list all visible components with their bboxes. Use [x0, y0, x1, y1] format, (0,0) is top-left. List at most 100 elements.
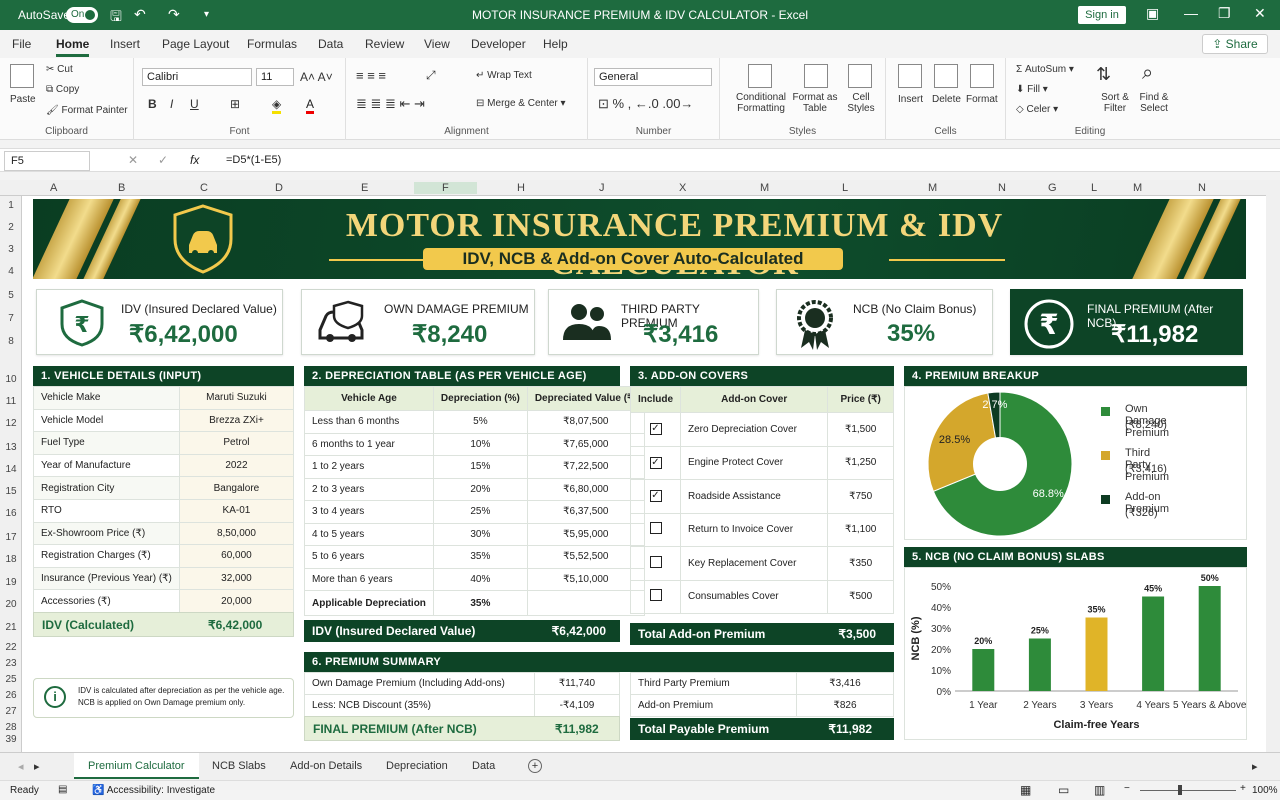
row-header[interactable]: 3: [0, 244, 22, 255]
format-cells-button[interactable]: Format: [966, 94, 998, 105]
column-header[interactable]: F: [414, 182, 477, 194]
include-checkbox-cell[interactable]: ✓: [629, 479, 682, 514]
row-header[interactable]: 21: [0, 622, 22, 633]
column-header[interactable]: L: [842, 182, 848, 194]
row-header[interactable]: 27: [0, 706, 22, 717]
normal-view-icon[interactable]: ▦: [1020, 783, 1031, 797]
checkbox-checked[interactable]: ✓: [649, 423, 662, 436]
merge-center-button[interactable]: ⊟ Merge & Center ▾: [476, 98, 566, 109]
tab-insert[interactable]: Insert: [110, 37, 140, 51]
hscroll-right-icon[interactable]: ▸: [1252, 760, 1258, 773]
cancel-entry-icon[interactable]: ✕: [128, 153, 138, 167]
row-header[interactable]: 7: [0, 313, 22, 324]
include-checkbox-cell[interactable]: ✓: [629, 412, 682, 447]
ncb-bar[interactable]: [1142, 596, 1165, 692]
vehicle-field-value[interactable]: 20,000: [178, 589, 295, 613]
zoom-in-icon[interactable]: +: [1240, 783, 1246, 794]
sort-filter-icon[interactable]: ⇅: [1096, 64, 1111, 85]
cut-button[interactable]: ✂ Cut: [46, 64, 73, 75]
row-header[interactable]: 12: [0, 418, 22, 429]
checkbox-checked[interactable]: ✓: [649, 490, 662, 503]
format-painter-button[interactable]: 🖌 Format Painter: [46, 105, 128, 116]
underline-icon[interactable]: U: [190, 97, 199, 111]
zoom-slider[interactable]: [1140, 790, 1236, 791]
insert-function-icon[interactable]: fx: [190, 153, 199, 167]
sheet-tab-premium-calculator[interactable]: Premium Calculator: [74, 753, 199, 779]
tab-help[interactable]: Help: [543, 37, 568, 51]
include-checkbox-cell[interactable]: [629, 512, 682, 547]
wrap-text-button[interactable]: ↵ Wrap Text: [476, 70, 532, 81]
column-header[interactable]: E: [361, 182, 368, 194]
column-header[interactable]: G: [1048, 182, 1057, 194]
share-button[interactable]: ⇪ Share: [1202, 34, 1268, 54]
checkbox-checked[interactable]: ✓: [649, 456, 662, 469]
italic-icon[interactable]: I: [170, 97, 173, 111]
checkbox-unchecked[interactable]: [649, 555, 662, 568]
row-header[interactable]: 20: [0, 599, 22, 610]
row-header[interactable]: 1: [0, 200, 22, 211]
tab-file[interactable]: File: [12, 37, 31, 51]
font-name-select[interactable]: Calibri: [142, 68, 252, 86]
ncb-bar[interactable]: [1085, 617, 1108, 692]
row-header[interactable]: 8: [0, 336, 22, 347]
zoom-slider-thumb[interactable]: [1178, 785, 1182, 795]
row-header[interactable]: 13: [0, 442, 22, 453]
page-layout-view-icon[interactable]: ▭: [1058, 783, 1069, 797]
row-header[interactable]: 4: [0, 266, 22, 277]
borders-icon[interactable]: ⊞: [230, 97, 240, 111]
bold-icon[interactable]: B: [148, 97, 157, 111]
column-header[interactable]: H: [517, 182, 525, 194]
column-header[interactable]: X: [679, 182, 686, 194]
minimize-icon[interactable]: —: [1184, 5, 1198, 21]
formula-input[interactable]: =D5*(1-E5): [226, 154, 281, 166]
conditional-formatting-icon[interactable]: [748, 64, 772, 88]
accessibility-status[interactable]: ♿ Accessibility: Investigate: [92, 785, 215, 796]
sheet-tab-depreciation[interactable]: Depreciation: [386, 760, 448, 772]
orientation-icon[interactable]: ⤢: [426, 68, 436, 83]
row-header[interactable]: 14: [0, 464, 22, 475]
sheet-tab-data[interactable]: Data: [472, 760, 495, 772]
vehicle-field-value[interactable]: Brezza ZXi+: [178, 408, 295, 433]
include-checkbox-cell[interactable]: [629, 546, 682, 581]
include-checkbox-cell[interactable]: [629, 579, 682, 614]
fill-color-icon[interactable]: ◈: [272, 97, 282, 114]
vehicle-field-value[interactable]: KA-01: [178, 498, 295, 523]
paste-button[interactable]: Paste: [10, 94, 36, 105]
align-left-icon[interactable]: ≣ ≣ ≣ ⇤ ⇥: [356, 96, 425, 112]
checkbox-unchecked[interactable]: [649, 589, 662, 602]
row-header[interactable]: 28: [0, 722, 22, 733]
zoom-out-icon[interactable]: −: [1124, 783, 1130, 794]
tab-formulas[interactable]: Formulas: [247, 37, 297, 51]
include-checkbox-cell[interactable]: ✓: [629, 445, 682, 480]
column-header[interactable]: B: [118, 182, 125, 194]
row-header[interactable]: 26: [0, 690, 22, 701]
row-header[interactable]: 15: [0, 486, 22, 497]
add-sheet-icon[interactable]: +: [528, 759, 542, 773]
cell-styles-icon[interactable]: [848, 64, 872, 88]
row-header[interactable]: 2: [0, 222, 22, 233]
row-header[interactable]: 16: [0, 508, 22, 519]
column-header[interactable]: N: [998, 182, 1006, 194]
column-header[interactable]: D: [275, 182, 283, 194]
column-header[interactable]: C: [200, 182, 208, 194]
vehicle-field-value[interactable]: 32,000: [178, 566, 295, 591]
font-size-select[interactable]: 11: [256, 68, 294, 86]
vehicle-field-value[interactable]: Bangalore: [178, 476, 295, 500]
row-header[interactable]: 5: [0, 290, 22, 301]
ncb-bar[interactable]: [972, 649, 995, 691]
column-header[interactable]: N: [1198, 182, 1206, 194]
conditional-formatting-button[interactable]: Conditional Formatting: [732, 92, 790, 114]
column-header[interactable]: M: [1133, 182, 1142, 194]
column-header[interactable]: M: [760, 182, 769, 194]
ncb-bar[interactable]: [1028, 638, 1051, 692]
tab-view[interactable]: View: [424, 37, 450, 51]
column-header[interactable]: M: [928, 182, 937, 194]
insert-cells-button[interactable]: Insert: [898, 94, 923, 105]
paste-icon[interactable]: [10, 64, 34, 88]
column-header[interactable]: J: [599, 182, 605, 194]
cell-styles-button[interactable]: Cell Styles: [840, 92, 882, 114]
row-header[interactable]: 11: [0, 396, 22, 407]
number-format-select[interactable]: General: [594, 68, 712, 86]
delete-cells-icon[interactable]: [934, 64, 958, 88]
vehicle-field-value[interactable]: 60,000: [178, 544, 295, 568]
